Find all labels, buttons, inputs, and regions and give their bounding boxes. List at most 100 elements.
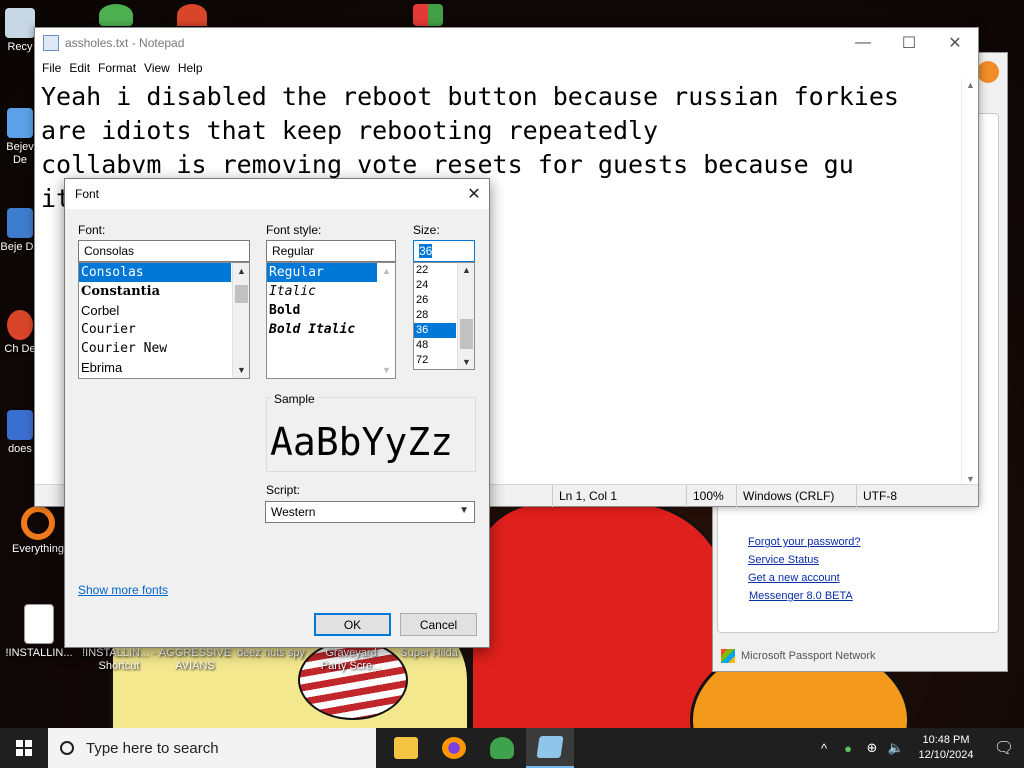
ok-button[interactable]: OK xyxy=(314,613,391,636)
taskbar-notepad[interactable] xyxy=(526,728,574,768)
volume-icon[interactable]: 🔈 xyxy=(884,740,908,756)
script-select[interactable]: Western ▼ xyxy=(265,501,475,523)
scroll-down-icon[interactable]: ▼ xyxy=(962,474,979,484)
scroll-thumb[interactable] xyxy=(235,285,248,303)
size-list-scrollbar[interactable]: ▲ ▼ xyxy=(457,263,474,369)
vertical-scrollbar[interactable]: ▲ ▼ xyxy=(961,78,978,486)
clock[interactable]: 10:48 PM 12/10/2024 xyxy=(908,733,984,763)
bejeweled-icon xyxy=(7,108,33,138)
font-list-scrollbar[interactable]: ▲ ▼ xyxy=(232,263,249,378)
shortcut-icon xyxy=(7,410,33,440)
get-new-account-link[interactable]: Get a new account xyxy=(748,572,840,584)
window-title: assholes.txt - Notepad xyxy=(65,36,185,50)
search-placeholder: Type here to search xyxy=(86,739,219,757)
dialog-titlebar[interactable]: Font xyxy=(65,179,489,209)
font-style-item[interactable]: Regular xyxy=(267,263,377,282)
dialog-close-button[interactable]: ✕ xyxy=(459,179,489,209)
messenger-beta-link[interactable]: Messenger 8.0 BETA xyxy=(749,590,853,602)
notepad-titlebar[interactable]: assholes.txt - Notepad xyxy=(35,28,978,58)
dialog-title: Font xyxy=(75,187,100,201)
font-style-item[interactable]: Italic xyxy=(267,282,395,301)
chrome-icon xyxy=(177,4,207,26)
passport-network-label: Microsoft Passport Network xyxy=(741,650,876,662)
desktop-icon-people[interactable] xyxy=(96,4,136,29)
scroll-up-icon[interactable]: ▲ xyxy=(458,265,474,275)
notepad-icon xyxy=(536,736,564,758)
desktop-icon-label: !INSTALLIN... xyxy=(5,647,73,659)
font-list-item[interactable]: Courier xyxy=(79,320,249,339)
desktop-icon-label: deez nuts spy xyxy=(237,647,305,659)
size-input[interactable]: 36 xyxy=(413,240,475,262)
scroll-down-icon[interactable]: ▼ xyxy=(378,365,395,375)
show-more-fonts-link[interactable]: Show more fonts xyxy=(78,583,168,597)
notepad-icon xyxy=(43,35,59,51)
taskbar-messenger[interactable] xyxy=(478,728,526,768)
font-style-list[interactable]: Regular Italic Bold Bold Italic ▲ ▼ xyxy=(266,262,396,379)
recycle-bin-icon xyxy=(5,8,35,38)
search-icon xyxy=(60,741,74,755)
microsoft-logo-icon xyxy=(721,649,735,663)
show-hidden-icons-chevron-icon[interactable]: ^ xyxy=(812,741,836,756)
size-list-item[interactable]: 36 xyxy=(414,323,456,338)
taskbar-search[interactable]: Type here to search xyxy=(48,728,376,768)
font-list-item[interactable]: Courier New xyxy=(79,339,249,358)
menu-help[interactable]: Help xyxy=(177,61,210,75)
desktop-icon-label: Super Hilda xyxy=(400,647,458,659)
scroll-up-icon[interactable]: ▲ xyxy=(233,266,249,276)
network-icon[interactable]: ⊕ xyxy=(860,740,884,756)
cursor-position: Ln 1, Col 1 xyxy=(552,484,686,507)
messenger-tray-icon[interactable]: ● xyxy=(836,741,860,756)
firefox-icon xyxy=(442,737,466,759)
size-label: Size: xyxy=(413,223,440,237)
folder-icon xyxy=(394,737,418,759)
clock-date: 12/10/2024 xyxy=(918,749,974,761)
windows-logo-icon xyxy=(413,4,443,26)
menu-view[interactable]: View xyxy=(143,61,177,75)
scroll-up-icon[interactable]: ▲ xyxy=(378,266,395,276)
scroll-up-icon[interactable]: ▲ xyxy=(962,80,979,90)
font-list-item[interactable]: Constantia xyxy=(79,282,249,301)
script-label: Script: xyxy=(266,483,301,497)
scroll-thumb[interactable] xyxy=(460,319,473,349)
font-style-item[interactable]: Bold Italic xyxy=(267,320,395,339)
font-style-scrollbar[interactable]: ▲ ▼ xyxy=(378,263,395,378)
wallpaper-shape xyxy=(470,500,730,728)
font-list[interactable]: Consolas Constantia Corbel Courier Couri… xyxy=(78,262,250,379)
desktop-icon-label: AGGRESSIVE AVIANS xyxy=(158,647,232,672)
service-status-link[interactable]: Service Status xyxy=(748,554,819,566)
system-tray: ^ ● ⊕ 🔈 10:48 PM 12/10/2024 🗨 xyxy=(812,728,1024,768)
notification-icon[interactable]: 🗨 xyxy=(984,738,1024,758)
start-button[interactable] xyxy=(0,728,48,768)
taskbar-firefox[interactable] xyxy=(430,728,478,768)
minimize-button[interactable]: — xyxy=(840,28,886,58)
scroll-down-icon[interactable]: ▼ xyxy=(233,365,249,375)
font-list-item[interactable]: Consolas xyxy=(79,263,231,282)
cancel-button[interactable]: Cancel xyxy=(400,613,477,636)
line-ending: Windows (CRLF) xyxy=(736,484,856,507)
desktop-icon-windows[interactable] xyxy=(408,4,448,29)
font-name-input[interactable]: Consolas xyxy=(78,240,250,262)
everything-search-icon xyxy=(21,506,55,540)
menu-bar: File Edit Format View Help xyxy=(35,58,978,78)
size-list[interactable]: 22 24 26 28 36 48 72 ▲ ▼ xyxy=(413,262,475,370)
font-style-input[interactable]: Regular xyxy=(266,240,396,262)
encoding: UTF-8 xyxy=(856,484,976,507)
bejeweled-icon xyxy=(7,208,33,238)
size-input-value: 36 xyxy=(419,244,433,258)
close-button[interactable]: ✕ xyxy=(932,28,978,58)
taskbar-file-explorer[interactable] xyxy=(382,728,430,768)
maximize-button[interactable]: ☐ xyxy=(886,28,932,58)
font-style-item[interactable]: Bold xyxy=(267,301,395,320)
desktop-icon-chrome-2[interactable] xyxy=(172,4,212,29)
font-list-item[interactable]: Ebrima xyxy=(79,358,249,377)
scroll-down-icon[interactable]: ▼ xyxy=(458,357,474,367)
menu-edit[interactable]: Edit xyxy=(68,61,97,75)
font-style-label: Font style: xyxy=(266,223,322,237)
font-dialog[interactable]: Font ✕ Font: Consolas Consolas Constanti… xyxy=(64,178,490,648)
font-list-item[interactable]: Corbel xyxy=(79,301,249,320)
menu-file[interactable]: File xyxy=(41,61,68,75)
messenger-footer: Microsoft Passport Network xyxy=(717,645,999,667)
menu-format[interactable]: Format xyxy=(97,61,143,75)
desktop-icon-label: Graveyard Party Scre... xyxy=(320,647,382,672)
forgot-password-link[interactable]: Forgot your password? xyxy=(748,536,861,548)
